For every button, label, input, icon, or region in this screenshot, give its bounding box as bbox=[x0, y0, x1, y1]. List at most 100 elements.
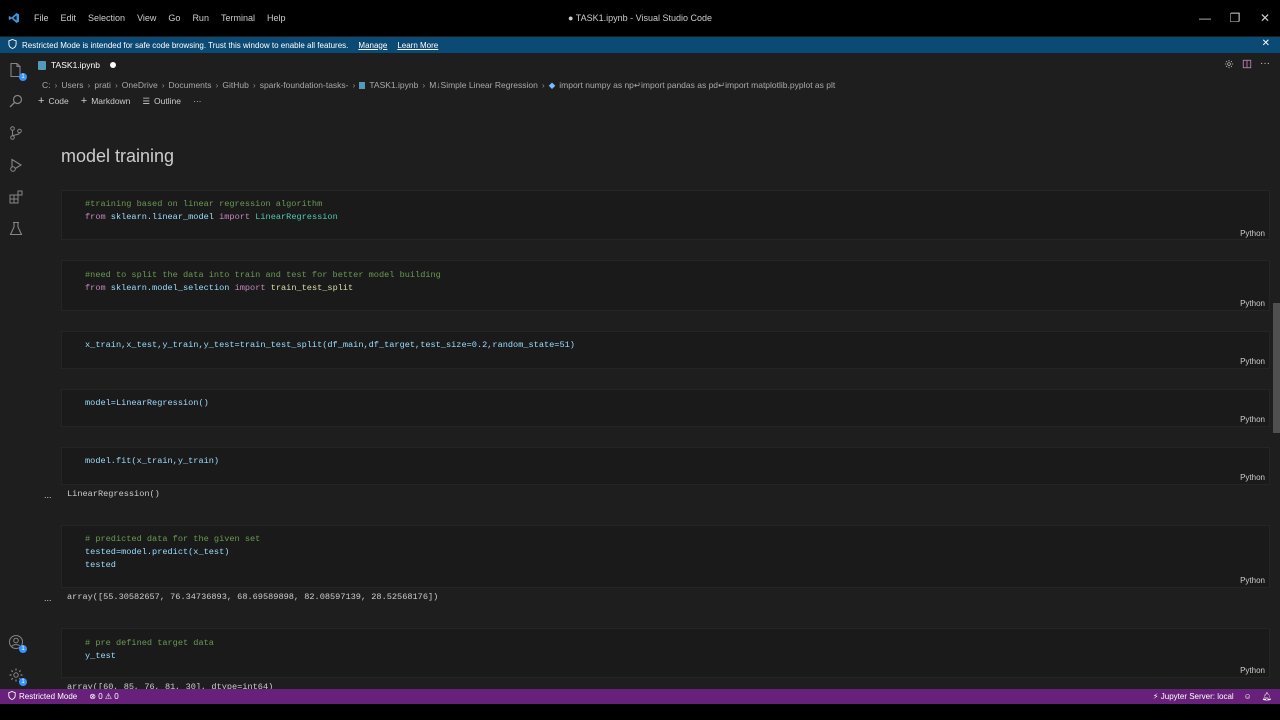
unsaved-dot-icon[interactable] bbox=[109, 62, 116, 68]
shield-icon bbox=[8, 691, 16, 702]
add-markdown-button[interactable]: + Markdown bbox=[81, 95, 131, 107]
restore-button[interactable]: ❐ bbox=[1220, 11, 1250, 25]
add-markdown-label: Markdown bbox=[91, 96, 131, 106]
notebook-editor: model training #training based on linear… bbox=[32, 112, 1272, 689]
cell-language-label[interactable]: Python bbox=[1240, 415, 1265, 424]
cell-code[interactable]: #training based on linear regression alg… bbox=[85, 198, 338, 224]
restricted-mode-banner: Restricted Mode is intended for safe cod… bbox=[0, 37, 1280, 53]
markdown-heading: model training bbox=[61, 146, 175, 166]
cell-output: array([60, 85, 76, 81, 30], dtype=int64) bbox=[67, 682, 274, 689]
breadcrumb-notebook-icon bbox=[359, 81, 366, 89]
notebook-toolbar: + Code + Markdown ☰ Outline ··· bbox=[38, 94, 213, 108]
breadcrumb-prati[interactable]: prati bbox=[94, 80, 111, 90]
warning-icon: ⚠ bbox=[104, 692, 113, 701]
learn-more-link[interactable]: Learn More bbox=[397, 41, 438, 50]
code-cell[interactable]: #need to split the data into train and t… bbox=[61, 260, 1270, 311]
cell-code[interactable]: model.fit(x_train,y_train) bbox=[85, 455, 219, 468]
restricted-mode-status[interactable]: Restricted Mode bbox=[8, 691, 77, 702]
problems-status[interactable]: ⊗ 0 ⚠ 0 bbox=[89, 692, 118, 701]
more-actions-icon[interactable]: ··· bbox=[1260, 59, 1270, 71]
menu-edit[interactable]: Edit bbox=[55, 0, 83, 36]
breadcrumb-documents[interactable]: Documents bbox=[169, 80, 212, 90]
breadcrumb-github[interactable]: GitHub bbox=[222, 80, 248, 90]
accounts-icon[interactable]: 1 bbox=[6, 632, 27, 653]
search-icon[interactable] bbox=[6, 91, 26, 111]
error-icon: ⊗ bbox=[89, 692, 96, 701]
tab-task1-ipynb[interactable]: TASK1.ipynb bbox=[38, 56, 116, 74]
cell-language-label[interactable]: Python bbox=[1240, 299, 1265, 308]
code-cell[interactable]: # pre defined target data y_test Python bbox=[61, 628, 1270, 678]
explorer-icon[interactable]: 1 bbox=[6, 60, 27, 81]
activity-bar: 1 1 1 bbox=[0, 53, 32, 689]
cell-language-label[interactable]: Python bbox=[1240, 357, 1265, 366]
breadcrumb-drive[interactable]: C: bbox=[42, 80, 51, 90]
cell-language-label[interactable]: Python bbox=[1240, 473, 1265, 482]
run-debug-icon[interactable] bbox=[6, 155, 26, 175]
cell-code[interactable]: model=LinearRegression() bbox=[85, 397, 209, 410]
menu-bar: File Edit Selection View Go Run Terminal… bbox=[28, 0, 291, 36]
plus-icon: + bbox=[80, 95, 88, 107]
plug-icon: ⚡ bbox=[1152, 692, 1159, 701]
restricted-mode-label: Restricted Mode bbox=[19, 692, 78, 701]
warning-count: 0 bbox=[114, 692, 119, 701]
cell-output: LinearRegression() bbox=[67, 489, 160, 499]
minimize-button[interactable]: — bbox=[1190, 11, 1220, 25]
split-editor-icon[interactable] bbox=[1242, 59, 1252, 71]
outline-button[interactable]: ☰ Outline bbox=[142, 96, 181, 107]
cell-code[interactable]: # pre defined target data y_test bbox=[85, 637, 214, 663]
code-cell[interactable]: # predicted data for the given set teste… bbox=[61, 525, 1270, 588]
close-window-button[interactable]: ✕ bbox=[1250, 11, 1280, 25]
breadcrumb-cell[interactable]: import numpy as np↵import pandas as pd↵i… bbox=[559, 80, 835, 91]
toolbar-more-button[interactable]: ··· bbox=[193, 96, 202, 106]
vscode-logo-icon bbox=[2, 0, 26, 36]
code-cell[interactable]: model.fit(x_train,y_train) Python bbox=[61, 447, 1270, 485]
notifications-bell-icon[interactable]: 🔔︎ bbox=[1262, 692, 1272, 701]
code-cell-icon: ◆ bbox=[548, 79, 556, 90]
cell-code[interactable]: # predicted data for the given set teste… bbox=[85, 533, 260, 571]
cell-code[interactable]: x_train,x_test,y_train,y_test=train_test… bbox=[85, 339, 575, 352]
title-bar: File Edit Selection View Go Run Terminal… bbox=[0, 0, 1280, 36]
manage-link[interactable]: Manage bbox=[358, 41, 387, 50]
banner-message: Restricted Mode is intended for safe cod… bbox=[22, 40, 349, 50]
vertical-scrollbar[interactable] bbox=[1273, 303, 1280, 433]
source-control-icon[interactable] bbox=[6, 123, 26, 143]
output-menu-icon[interactable]: ... bbox=[44, 593, 52, 603]
status-bar: Restricted Mode ⊗ 0 ⚠ 0 ⚡ Jupyter Server… bbox=[0, 689, 1280, 704]
outline-icon: ☰ bbox=[142, 95, 151, 106]
breadcrumb-users[interactable]: Users bbox=[61, 80, 83, 90]
breadcrumb-repo[interactable]: spark-foundation-tasks- bbox=[260, 80, 349, 90]
testing-icon[interactable] bbox=[6, 219, 26, 239]
tab-label: TASK1.ipynb bbox=[51, 60, 100, 70]
extensions-icon[interactable] bbox=[6, 187, 26, 207]
notebook-settings-gear-icon[interactable] bbox=[1224, 59, 1234, 71]
code-cell[interactable]: model=LinearRegression() Python bbox=[61, 389, 1270, 427]
screen-bottom-edge bbox=[0, 704, 1280, 720]
menu-selection[interactable]: Selection bbox=[82, 0, 131, 36]
add-code-label: Code bbox=[48, 96, 69, 106]
breadcrumb-section[interactable]: M↓Simple Linear Regression bbox=[429, 80, 538, 90]
menu-view[interactable]: View bbox=[131, 0, 162, 36]
menu-go[interactable]: Go bbox=[162, 0, 186, 36]
menu-terminal[interactable]: Terminal bbox=[215, 0, 261, 36]
menu-run[interactable]: Run bbox=[186, 0, 215, 36]
feedback-icon[interactable]: ☺ bbox=[1244, 692, 1252, 701]
close-banner-icon[interactable]: ✕ bbox=[1262, 38, 1270, 49]
menu-help[interactable]: Help bbox=[261, 0, 292, 36]
settings-gear-icon[interactable]: 1 bbox=[6, 665, 27, 686]
code-cell[interactable]: x_train,x_test,y_train,y_test=train_test… bbox=[61, 331, 1270, 369]
shield-icon bbox=[8, 39, 18, 51]
jupyter-server-status[interactable]: ⚡ Jupyter Server: local bbox=[1153, 692, 1234, 701]
menu-file[interactable]: File bbox=[28, 0, 55, 36]
cell-code[interactable]: #need to split the data into train and t… bbox=[85, 269, 441, 295]
settings-badge: 1 bbox=[19, 678, 27, 686]
cell-language-label[interactable]: Python bbox=[1240, 229, 1265, 238]
add-code-button[interactable]: + Code bbox=[38, 95, 69, 107]
error-count: 0 bbox=[98, 692, 103, 701]
breadcrumb-file[interactable]: TASK1.ipynb bbox=[369, 80, 418, 90]
cell-language-label[interactable]: Python bbox=[1240, 666, 1265, 675]
breadcrumb-onedrive[interactable]: OneDrive bbox=[122, 80, 158, 90]
editor-actions: ··· bbox=[1224, 59, 1270, 71]
code-cell[interactable]: #training based on linear regression alg… bbox=[61, 190, 1270, 240]
cell-language-label[interactable]: Python bbox=[1240, 576, 1265, 585]
output-menu-icon[interactable]: ... bbox=[44, 490, 52, 500]
